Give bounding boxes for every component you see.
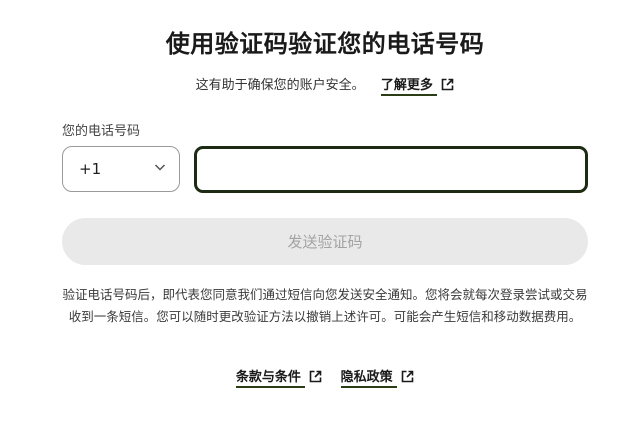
- subtitle-text: 这有助于确保您的账户安全。: [195, 78, 365, 93]
- privacy-link[interactable]: 隐私政策: [340, 370, 398, 388]
- terms-label: 条款与条件: [235, 370, 301, 385]
- phone-number-input[interactable]: [194, 146, 588, 193]
- page-title: 使用验证码验证您的电话号码: [165, 30, 485, 58]
- send-code-button[interactable]: 发送验证码: [62, 218, 588, 265]
- external-link-icon[interactable]: [401, 370, 414, 387]
- footer-links: 条款与条件 隐私政策: [0, 366, 637, 388]
- learn-more-link[interactable]: 了解更多: [380, 78, 438, 96]
- disclaimer-text: 验证电话号码后，即代表您同意我们通过短信向您发送安全通知。您将会就每次登录尝试或…: [62, 287, 588, 324]
- country-code-select[interactable]: +1: [62, 146, 180, 192]
- terms-link[interactable]: 条款与条件: [235, 370, 306, 388]
- chevron-down-icon: [153, 160, 167, 178]
- external-link-icon[interactable]: [309, 370, 322, 387]
- external-link-icon[interactable]: [441, 78, 454, 95]
- country-code-value: +1: [79, 160, 102, 178]
- phone-label: 您的电话号码: [62, 124, 141, 139]
- subtitle: 这有助于确保您的账户安全。 了解更多: [0, 74, 637, 96]
- learn-more-label: 了解更多: [380, 78, 433, 93]
- privacy-label: 隐私政策: [340, 370, 393, 385]
